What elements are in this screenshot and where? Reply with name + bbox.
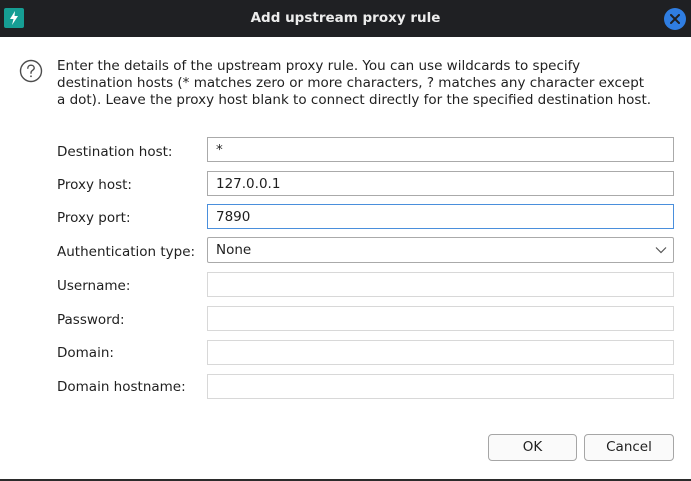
dialog-body: Enter the details of the upstream proxy … bbox=[0, 37, 691, 479]
domain-hostname-label: Domain hostname: bbox=[57, 379, 186, 395]
cancel-button[interactable]: Cancel bbox=[584, 434, 674, 461]
destination-host-label: Destination host: bbox=[57, 144, 173, 160]
question-circle-icon bbox=[19, 59, 43, 83]
authentication-type-label: Authentication type: bbox=[57, 244, 196, 260]
proxy-port-label: Proxy port: bbox=[57, 210, 131, 226]
close-x-icon[interactable] bbox=[664, 8, 686, 30]
password-input[interactable] bbox=[207, 306, 674, 331]
title-bar: Add upstream proxy rule bbox=[0, 0, 691, 37]
intro-line-2: destination hosts (* matches zero or mor… bbox=[57, 75, 645, 91]
domain-input[interactable] bbox=[207, 340, 674, 365]
proxy-host-input[interactable] bbox=[207, 171, 674, 196]
username-input[interactable] bbox=[207, 272, 674, 297]
window-title: Add upstream proxy rule bbox=[250, 10, 441, 26]
destination-host-input[interactable] bbox=[207, 137, 674, 162]
domain-label: Domain: bbox=[57, 345, 114, 361]
authentication-type-value: None bbox=[216, 242, 252, 258]
chevron-down-icon bbox=[655, 247, 667, 254]
intro-line-1: Enter the details of the upstream proxy … bbox=[57, 58, 581, 74]
proxy-host-label: Proxy host: bbox=[57, 177, 132, 193]
domain-hostname-input[interactable] bbox=[207, 374, 674, 399]
intro-text: Enter the details of the upstream proxy … bbox=[57, 58, 682, 109]
username-label: Username: bbox=[57, 278, 131, 294]
intro-line-3: a dot). Leave the proxy host blank to co… bbox=[57, 92, 652, 108]
authentication-type-select[interactable]: None bbox=[207, 237, 674, 263]
proxy-port-input[interactable] bbox=[207, 204, 674, 229]
password-label: Password: bbox=[57, 312, 125, 328]
ok-button[interactable]: OK bbox=[488, 434, 577, 461]
